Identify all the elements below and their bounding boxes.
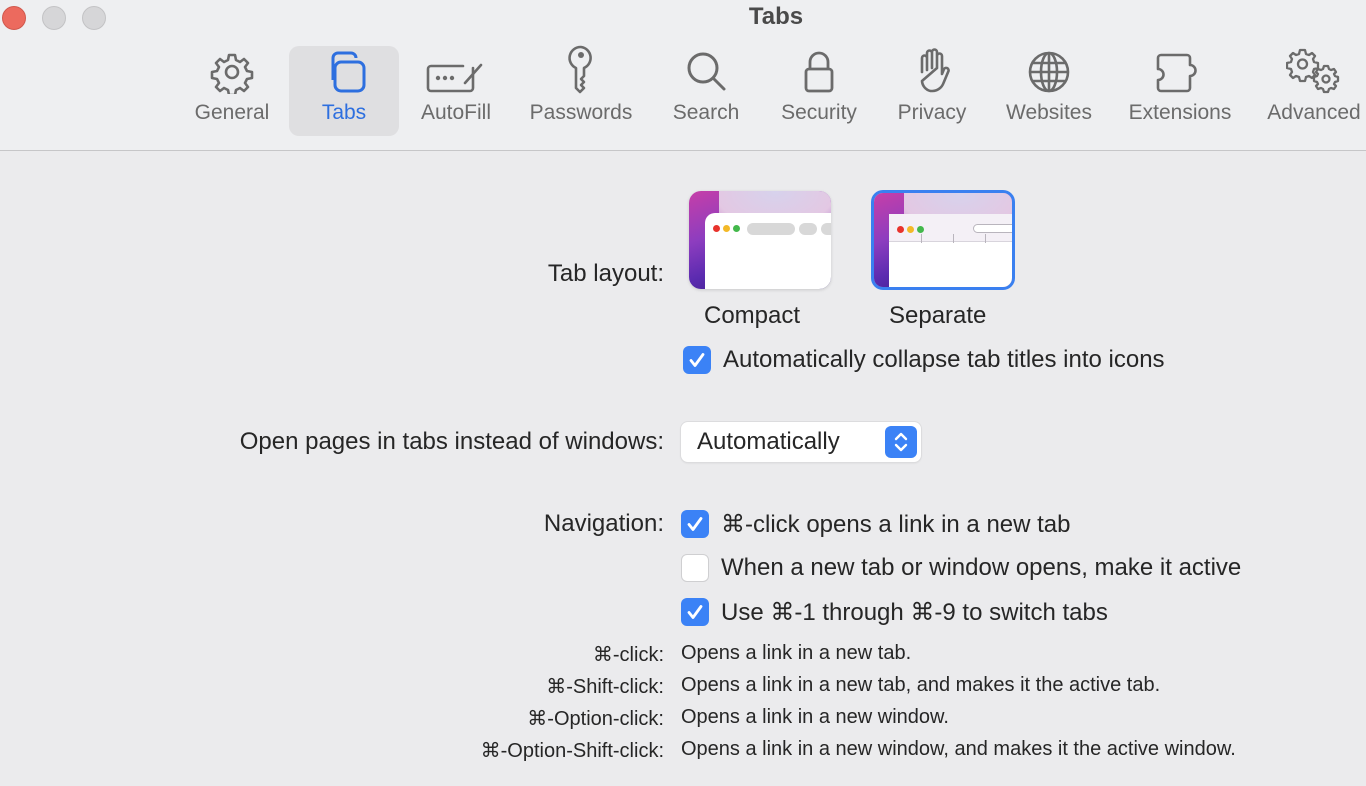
- tab-label: Security: [781, 101, 857, 124]
- hand-icon: [920, 48, 950, 93]
- cmd-click-new-tab-checkbox[interactable]: [681, 510, 709, 538]
- tabs-icon: [331, 51, 366, 93]
- window-title: Tabs: [748, 3, 804, 30]
- tab-label: AutoFill: [420, 101, 492, 124]
- shortcut-key: ⌘-Option-click:: [527, 708, 664, 730]
- tab-label: Websites: [1006, 101, 1092, 124]
- tab-advanced[interactable]: Advanced: [1258, 46, 1366, 136]
- shortcut-key: ⌘-click:: [592, 644, 664, 666]
- checkmark-icon: [687, 605, 703, 619]
- cmd-number-switch-tabs-label: Use ⌘-1 through ⌘-9 to switch tabs: [721, 599, 1108, 626]
- select-stepper: [885, 426, 917, 458]
- window-preview: [705, 213, 831, 289]
- tab-label: Privacy: [897, 101, 967, 124]
- make-active-checkbox[interactable]: [681, 554, 709, 582]
- checkmark-icon: [689, 353, 705, 367]
- tab-label: General: [194, 101, 270, 124]
- tab-autofill[interactable]: AutoFill: [410, 46, 502, 136]
- navigation-label: Navigation:: [543, 510, 664, 537]
- tab-privacy[interactable]: Privacy: [888, 46, 976, 136]
- shortcut-description: Opens a link in a new window.: [681, 706, 949, 728]
- compact-label: Compact: [704, 302, 801, 329]
- shortcut-key: ⌘-Option-Shift-click:: [480, 740, 664, 762]
- cmd-click-new-tab-label: ⌘-click opens a link in a new tab: [721, 511, 1071, 538]
- lock-icon: [804, 51, 834, 93]
- tab-search[interactable]: Search: [663, 46, 749, 136]
- cmd-number-switch-tabs-checkbox[interactable]: [681, 598, 709, 626]
- tab-label: Passwords: [529, 101, 633, 124]
- collapse-tab-titles-label: Automatically collapse tab titles into i…: [723, 346, 1165, 373]
- shortcut-description: Opens a link in a new window, and makes …: [681, 738, 1236, 760]
- gear-icon: [210, 53, 254, 94]
- window-preview: [889, 214, 1012, 287]
- toolbar: Tabs General Tabs AutoFill Passwords Sea…: [0, 0, 1366, 151]
- tab-passwords[interactable]: Passwords: [520, 45, 642, 136]
- puzzle-icon: [1156, 53, 1197, 93]
- collapse-tab-titles-checkbox[interactable]: [683, 346, 711, 374]
- shortcut-key: ⌘-Shift-click:: [546, 676, 664, 698]
- open-pages-value: Automatically: [697, 428, 840, 455]
- tab-general[interactable]: General: [180, 46, 284, 136]
- autofill-icon: [426, 63, 483, 93]
- chevron-up-down-icon: [894, 432, 908, 452]
- tab-label: Extensions: [1128, 101, 1232, 124]
- tab-label: Advanced: [1267, 101, 1361, 124]
- tab-extensions[interactable]: Extensions: [1118, 46, 1242, 136]
- tab-tabs[interactable]: Tabs: [289, 46, 399, 136]
- make-active-label: When a new tab or window opens, make it …: [721, 554, 1242, 581]
- shortcut-description: Opens a link in a new tab, and makes it …: [681, 674, 1161, 696]
- tab-websites[interactable]: Websites: [996, 46, 1102, 136]
- gears-icon: [1286, 48, 1340, 94]
- shortcut-description: Opens a link in a new tab.: [681, 642, 912, 664]
- checkmark-icon: [687, 517, 703, 531]
- tab-label: Tabs: [321, 101, 367, 124]
- key-icon: [568, 45, 592, 94]
- separate-label: Separate: [889, 302, 987, 329]
- separate-layout-option[interactable]: [871, 190, 1015, 290]
- tab-layout-label: Tab layout:: [547, 260, 664, 287]
- globe-icon: [1028, 51, 1070, 93]
- open-pages-label: Open pages in tabs instead of windows:: [239, 428, 664, 455]
- tab-label: Search: [672, 101, 740, 124]
- open-pages-select[interactable]: Automatically: [681, 422, 921, 462]
- compact-layout-option[interactable]: [689, 191, 831, 289]
- search-icon: [687, 52, 726, 91]
- tab-security[interactable]: Security: [770, 46, 868, 136]
